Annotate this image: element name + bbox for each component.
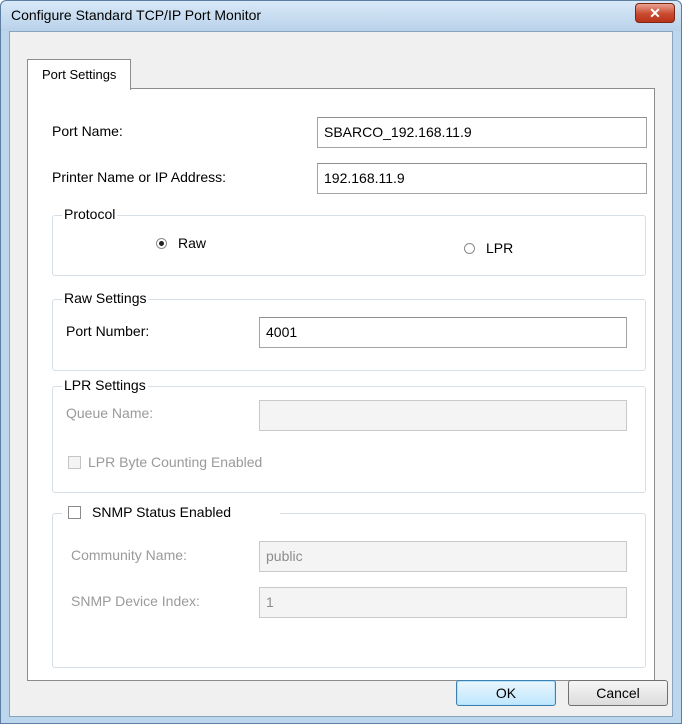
radio-raw-label[interactable]: Raw — [178, 235, 206, 251]
queue-name-input[interactable] — [259, 400, 627, 431]
snmp-group-header: SNMP Status Enabled — [62, 503, 280, 523]
port-name-label: Port Name: — [52, 123, 123, 139]
queue-name-label: Queue Name: — [66, 405, 154, 421]
port-name-input[interactable]: SBARCO_192.168.11.9 — [317, 117, 647, 148]
close-icon: ✕ — [649, 5, 661, 21]
lpr-byte-counting-checkbox[interactable] — [68, 456, 81, 469]
device-index-label: SNMP Device Index: — [71, 593, 200, 609]
protocol-group — [52, 215, 646, 276]
tab-port-settings[interactable]: Port Settings — [27, 59, 132, 90]
community-name-label: Community Name: — [71, 547, 187, 563]
community-name-input[interactable]: public — [259, 541, 627, 572]
radio-raw[interactable] — [156, 238, 167, 249]
radio-lpr[interactable] — [464, 243, 475, 254]
snmp-status-checkbox[interactable] — [68, 506, 81, 519]
radio-selected-dot — [159, 241, 164, 246]
radio-lpr-label[interactable]: LPR — [486, 240, 513, 256]
dialog-body: Port Settings Port Name: SBARCO_192.168.… — [9, 31, 673, 717]
close-button[interactable]: ✕ — [635, 3, 675, 23]
port-number-label: Port Number: — [66, 323, 150, 339]
title-bar[interactable]: Configure Standard TCP/IP Port Monitor ✕ — [1, 1, 681, 31]
dialog-window: Configure Standard TCP/IP Port Monitor ✕… — [0, 0, 682, 724]
raw-settings-title: Raw Settings — [62, 290, 149, 306]
port-number-input[interactable]: 4001 — [259, 317, 627, 348]
lpr-settings-title: LPR Settings — [62, 377, 148, 393]
device-index-input[interactable]: 1 — [259, 587, 627, 618]
window-title: Configure Standard TCP/IP Port Monitor — [11, 7, 262, 23]
snmp-status-label[interactable]: SNMP Status Enabled — [92, 504, 231, 520]
protocol-group-title: Protocol — [62, 206, 118, 222]
lpr-byte-counting-label[interactable]: LPR Byte Counting Enabled — [88, 454, 262, 470]
ok-button[interactable]: OK — [456, 680, 556, 706]
printer-address-label: Printer Name or IP Address: — [52, 169, 227, 185]
port-settings-panel: Port Name: SBARCO_192.168.11.9 Printer N… — [27, 88, 655, 681]
printer-address-input[interactable]: 192.168.11.9 — [317, 163, 647, 194]
cancel-button[interactable]: Cancel — [568, 680, 668, 706]
